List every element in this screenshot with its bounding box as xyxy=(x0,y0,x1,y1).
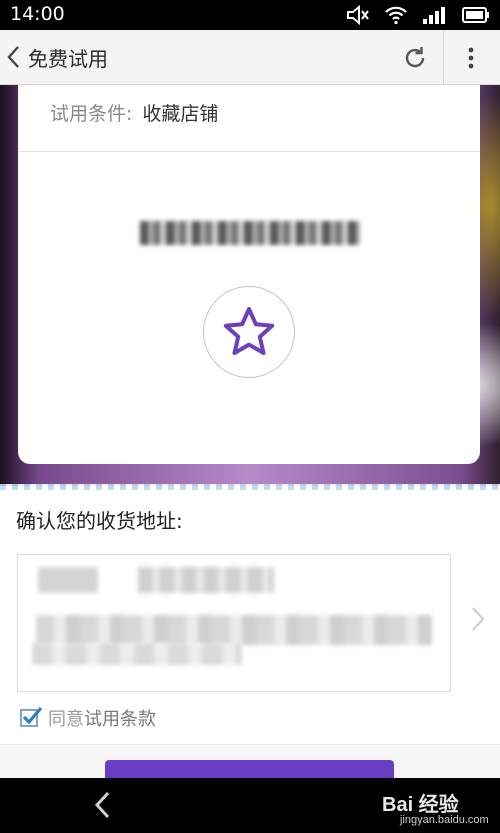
status-time: 14:00 xyxy=(10,3,65,25)
address-section-title: 确认您的收货地址: xyxy=(16,509,183,533)
refresh-icon xyxy=(405,47,425,68)
page-title: 免费试用 xyxy=(28,47,108,71)
nav-back-icon xyxy=(94,791,110,819)
baidu-jingyan-watermark: Bai 经验 jingyan.baidu.com xyxy=(382,788,494,830)
star-outline-icon xyxy=(223,307,275,355)
back-arrow-icon xyxy=(7,46,19,68)
nav-back-button[interactable] xyxy=(88,790,116,820)
system-nav-bar: Bai 经验 jingyan.baidu.com xyxy=(0,778,500,833)
signal-icon xyxy=(423,7,445,24)
shop-name-redacted xyxy=(140,221,360,245)
trial-condition-row: 试用条件: 收藏店铺 xyxy=(50,99,218,126)
address-chevron-button[interactable] xyxy=(468,605,488,633)
recipient-name-redacted xyxy=(38,567,98,593)
address-line-redacted xyxy=(36,615,432,645)
mute-icon xyxy=(347,5,369,25)
trial-condition-card: 试用条件: 收藏店铺 xyxy=(18,85,480,464)
condition-value: 收藏店铺 xyxy=(142,103,219,125)
agreement-row[interactable]: 同意 试用条款 xyxy=(20,704,156,732)
card-divider xyxy=(18,151,480,152)
favorite-shop-button[interactable] xyxy=(203,286,295,378)
trial-terms-link[interactable]: 试用条款 xyxy=(84,705,156,731)
watermark-main: Bai 经验 xyxy=(382,794,459,816)
submit-button[interactable] xyxy=(105,760,394,780)
app-bar: 免费试用 xyxy=(0,30,500,85)
status-bar: 14:00 xyxy=(0,0,500,30)
more-vert-icon xyxy=(468,47,474,69)
status-icons xyxy=(346,5,490,25)
app-bar-divider xyxy=(443,30,444,85)
agreement-checkbox[interactable] xyxy=(20,706,43,727)
more-options-button[interactable] xyxy=(452,41,490,75)
wifi-icon xyxy=(385,6,407,25)
chevron-right-icon xyxy=(472,607,485,631)
battery-icon xyxy=(462,7,489,23)
recipient-phone-redacted xyxy=(138,567,274,593)
watermark-sub: jingyan.baidu.com xyxy=(400,814,489,826)
back-button[interactable] xyxy=(2,42,24,72)
agreement-prefix: 同意 xyxy=(48,709,84,730)
refresh-button[interactable] xyxy=(398,41,432,75)
address-line2-redacted xyxy=(32,643,242,665)
dotted-border xyxy=(0,484,500,490)
checkmark-icon xyxy=(22,706,43,725)
address-card[interactable] xyxy=(17,554,451,692)
condition-label: 试用条件: xyxy=(50,103,133,125)
